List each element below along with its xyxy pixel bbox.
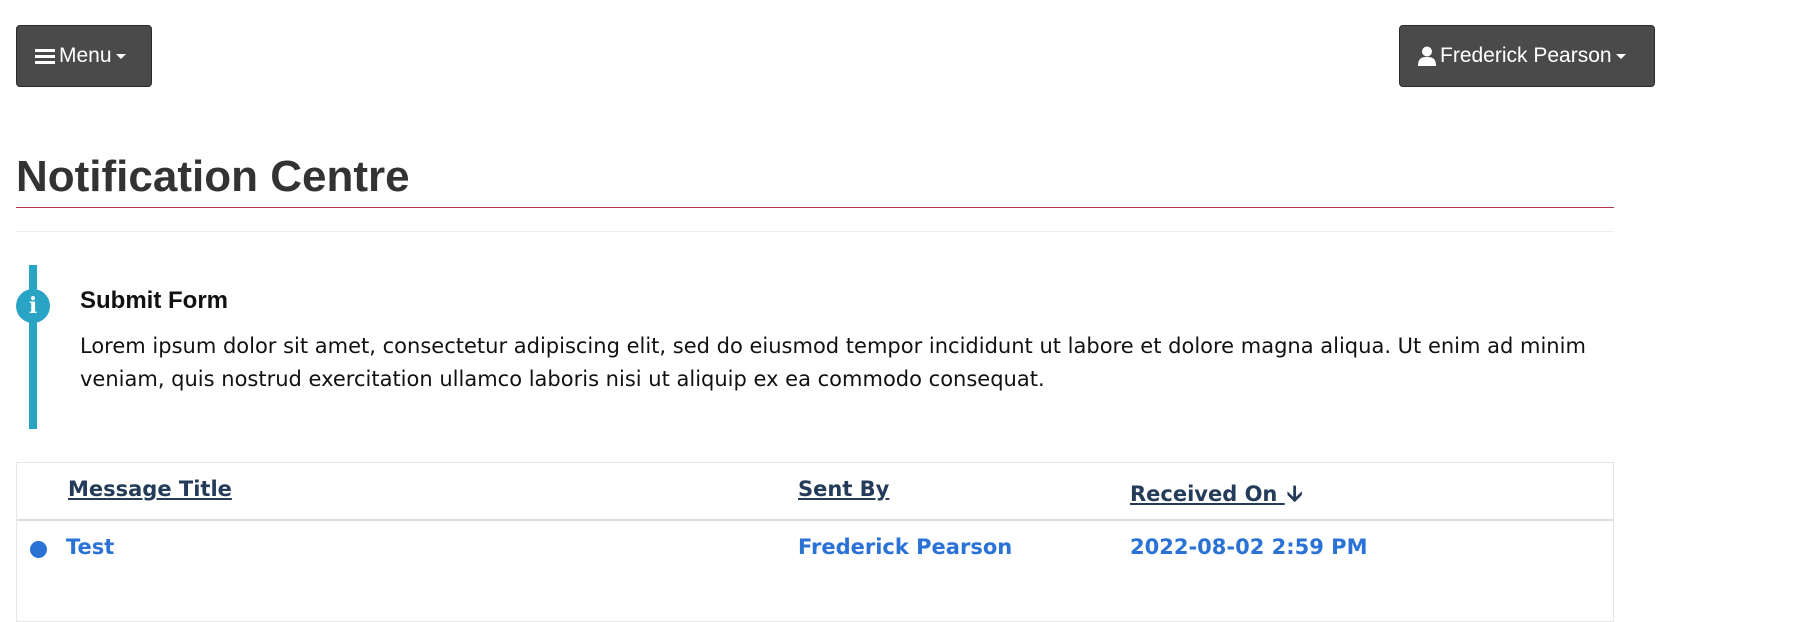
info-circle-icon: i	[16, 289, 50, 323]
table-row[interactable]: Test Frederick Pearson 2022-08-02 2:59 P…	[17, 521, 1613, 581]
page-title: Notification Centre	[16, 152, 410, 201]
notifications-table: Message Title Sent By Received On 🡫 Test…	[16, 462, 1614, 622]
menu-button-label: Menu	[59, 44, 112, 67]
column-header-sent-by[interactable]: Sent By	[798, 477, 889, 501]
top-bar: Menu Frederick Pearson	[0, 0, 1793, 120]
user-menu-button[interactable]: Frederick Pearson	[1399, 25, 1655, 87]
section-divider	[16, 231, 1614, 232]
unread-dot-icon	[30, 541, 47, 558]
alert-text: Lorem ipsum dolor sit amet, consectetur …	[80, 334, 1586, 391]
hamburger-icon	[35, 46, 55, 67]
user-icon	[1418, 46, 1436, 66]
column-header-message-title[interactable]: Message Title	[68, 477, 232, 501]
column-header-received-on-label: Received On	[1130, 482, 1278, 506]
caret-down-icon	[1615, 53, 1626, 59]
alert-title: Submit Form	[80, 287, 228, 314]
sort-descending-icon: 🡫	[1286, 482, 1303, 507]
table-header: Message Title Sent By Received On 🡫	[17, 463, 1613, 521]
menu-button[interactable]: Menu	[16, 25, 152, 87]
column-header-received-on[interactable]: Received On 🡫	[1130, 477, 1303, 515]
caret-down-icon	[115, 53, 126, 59]
sent-by-link[interactable]: Frederick Pearson	[798, 535, 1012, 559]
message-title-link[interactable]: Test	[66, 535, 114, 559]
info-alert: i Submit Form Lorem ipsum dolor sit amet…	[16, 265, 1614, 429]
user-menu-label: Frederick Pearson	[1440, 44, 1612, 67]
title-divider	[16, 207, 1614, 208]
received-on-link[interactable]: 2022-08-02 2:59 PM	[1130, 535, 1367, 559]
